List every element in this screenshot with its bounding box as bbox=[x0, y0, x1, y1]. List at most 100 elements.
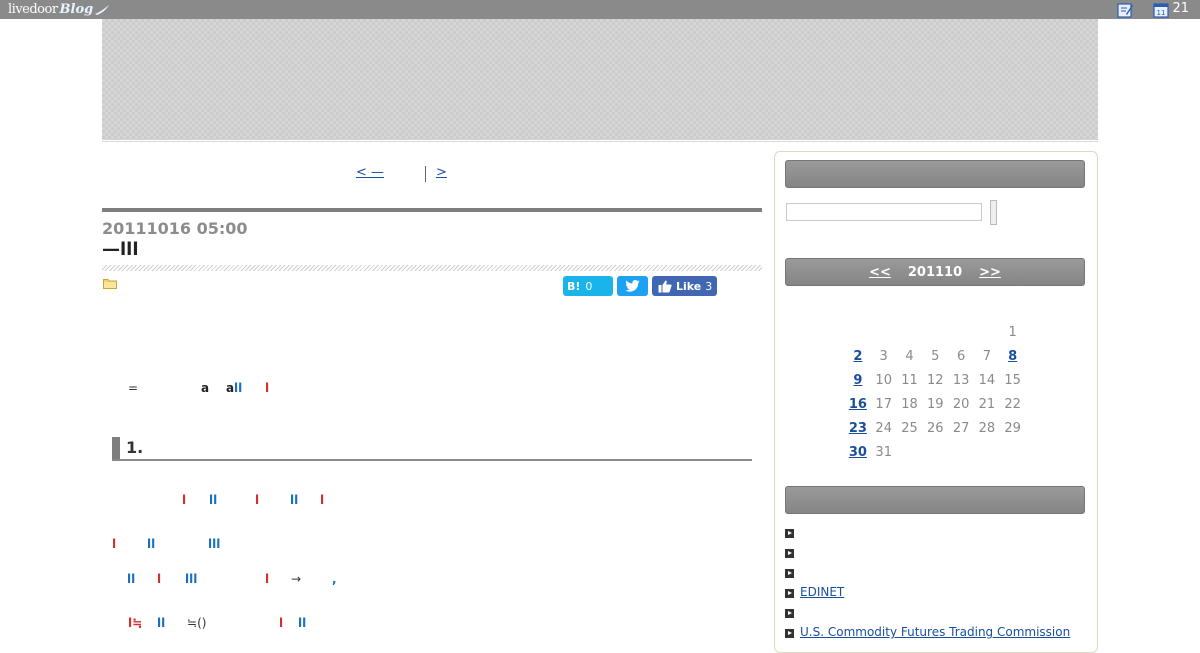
calendar-day-cell: 14 bbox=[978, 372, 996, 388]
calendar-month: 201110 bbox=[907, 264, 963, 280]
bullet-arrow-icon bbox=[785, 529, 794, 538]
next-article-link[interactable]: > bbox=[436, 165, 447, 180]
category-list: EDINET U.S. Commodity Futures Trading Com… bbox=[785, 526, 1085, 646]
calendar-day-cell bbox=[1000, 440, 1026, 464]
calendar-day-cell: 17 bbox=[875, 396, 892, 412]
bullet-arrow-icon bbox=[785, 629, 794, 638]
calendar-day-link[interactable]: 9 bbox=[853, 373, 862, 388]
folder-icon[interactable] bbox=[103, 278, 117, 289]
calendar-week: 23 24 25 26 27 28 29 bbox=[845, 416, 1026, 440]
calendar-week: 30 31 bbox=[845, 440, 1026, 464]
section-heading-text: 1. bbox=[126, 438, 144, 457]
calendar-day-cell bbox=[871, 320, 897, 344]
calendar-day-cell bbox=[922, 440, 948, 464]
calendar-day-cell: 2 bbox=[845, 344, 871, 368]
category-item[interactable] bbox=[785, 546, 1085, 566]
header-banner[interactable] bbox=[102, 19, 1098, 140]
calendar-week: 9 10 11 12 13 14 15 bbox=[845, 368, 1026, 392]
category-item[interactable]: U.S. Commodity Futures Trading Commissio… bbox=[785, 625, 1085, 646]
calendar-day-cell bbox=[922, 320, 948, 344]
calendar-day-link[interactable]: 2 bbox=[853, 349, 862, 364]
edit-icon[interactable] bbox=[1117, 2, 1133, 18]
calendar-day-cell: 25 bbox=[901, 420, 918, 436]
facebook-like-button[interactable]: Like 3 bbox=[652, 276, 717, 296]
article-title[interactable]: —lll bbox=[102, 239, 139, 260]
bullet-arrow-icon bbox=[785, 589, 794, 598]
category-item[interactable]: EDINET bbox=[785, 585, 1085, 606]
calendar-day-link[interactable]: 8 bbox=[1008, 349, 1017, 364]
hatena-count: 0 bbox=[585, 279, 593, 293]
category-link[interactable]: EDINET bbox=[800, 585, 844, 599]
thumbs-up-icon bbox=[658, 280, 672, 292]
body-comma: , bbox=[332, 572, 337, 586]
calendar-day-cell: 15 bbox=[1004, 372, 1021, 388]
hatena-bookmark-button[interactable]: B! 0 bbox=[563, 276, 613, 296]
like-label: Like bbox=[676, 279, 702, 293]
section-heading-bar bbox=[112, 437, 120, 459]
category-item[interactable] bbox=[785, 606, 1085, 626]
section-heading: 1. bbox=[112, 437, 752, 461]
body-highlight: lll bbox=[208, 537, 221, 551]
logo-text: livedoor bbox=[8, 2, 58, 17]
bullet-arrow-icon bbox=[785, 609, 794, 618]
calendar-day-cell: 12 bbox=[927, 372, 944, 388]
calendar-day-cell: 23 bbox=[845, 416, 871, 440]
prev-article-link[interactable]: < — bbox=[356, 165, 384, 180]
body-highlight: l bbox=[265, 572, 270, 586]
bullet-arrow-icon bbox=[785, 569, 794, 578]
body-highlight: l bbox=[182, 493, 187, 507]
body-highlight: ll bbox=[209, 493, 218, 507]
calendar-icon[interactable]: 11 bbox=[1153, 2, 1169, 18]
calendar-day-cell: 8 bbox=[1000, 344, 1026, 368]
calendar-day-cell bbox=[974, 320, 1000, 344]
top-bar: livedoor Blog 11 21 bbox=[0, 0, 1200, 19]
body-highlight: ll bbox=[157, 616, 166, 630]
banner-divider bbox=[102, 141, 1098, 142]
body-highlight: l bbox=[112, 537, 117, 551]
twitter-icon bbox=[625, 280, 640, 292]
calendar-next-month-link[interactable]: >> bbox=[979, 265, 1001, 280]
category-item[interactable] bbox=[785, 566, 1085, 586]
calendar-day-cell: 11 bbox=[901, 372, 918, 388]
calendar-week: 1 bbox=[845, 320, 1026, 344]
calendar-day-cell: 18 bbox=[901, 396, 918, 412]
body-highlight: ll bbox=[298, 616, 307, 630]
calendar-day-cell bbox=[897, 320, 923, 344]
body-highlight: lll bbox=[185, 572, 198, 586]
calendar-day-cell: 3 bbox=[879, 348, 888, 364]
livedoor-blog-logo[interactable]: livedoor Blog bbox=[8, 1, 110, 18]
hatena-label: B! bbox=[567, 279, 581, 293]
calendar-day-cell: 22 bbox=[1004, 396, 1021, 412]
intro-highlight-red: l bbox=[265, 381, 270, 395]
calendar-day-link[interactable]: 23 bbox=[849, 421, 867, 436]
calendar-day-cell bbox=[845, 320, 871, 344]
calendar-day-cell: 27 bbox=[952, 420, 970, 436]
category-link[interactable]: U.S. Commodity Futures Trading Commissio… bbox=[800, 625, 1070, 639]
bird-icon bbox=[95, 4, 110, 15]
search-button[interactable] bbox=[990, 200, 997, 225]
calendar-day-cell: 7 bbox=[982, 348, 992, 364]
calendar-day-cell bbox=[897, 440, 923, 464]
intro-highlight-blue: ll bbox=[234, 381, 243, 395]
search-input[interactable] bbox=[786, 203, 982, 221]
body-highlight: ll bbox=[127, 572, 136, 586]
calendar-prev-month-link[interactable]: << bbox=[869, 265, 891, 280]
calendar-day-link[interactable]: 16 bbox=[849, 397, 867, 412]
calendar-day-cell: 4 bbox=[905, 348, 914, 364]
calendar-day-cell: 6 bbox=[956, 348, 966, 364]
calendar-day-cell: 16 bbox=[845, 392, 871, 416]
calendar-day-cell: 26 bbox=[927, 420, 944, 436]
calendar-day-cell bbox=[974, 440, 1000, 464]
calendar-day-cell bbox=[948, 440, 974, 464]
notification-count[interactable]: 21 bbox=[1172, 1, 1189, 16]
calendar-nav: << 201110 >> bbox=[785, 258, 1085, 286]
body-highlight: ll bbox=[290, 493, 299, 507]
calendar-day-cell: 19 bbox=[927, 396, 944, 412]
body-highlight: l bbox=[320, 493, 325, 507]
body-highlight: l bbox=[279, 616, 284, 630]
category-item[interactable] bbox=[785, 526, 1085, 546]
intro-equals: = bbox=[128, 381, 139, 395]
tweet-button[interactable] bbox=[617, 276, 648, 296]
calendar-day-link[interactable]: 30 bbox=[849, 445, 867, 460]
calendar-day-cell bbox=[948, 320, 974, 344]
